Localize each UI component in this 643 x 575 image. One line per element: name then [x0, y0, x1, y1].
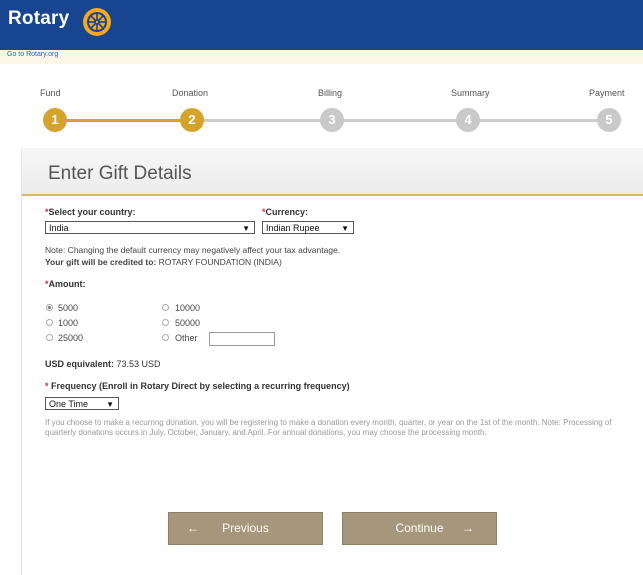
step-label-summary: Summary [451, 88, 490, 98]
brand-name[interactable]: Rotary [8, 8, 69, 30]
chevron-down-icon: ▼ [341, 224, 349, 233]
credited-label: Your gift will be credited to: [45, 257, 157, 267]
frequency-value: One Time [49, 399, 89, 409]
previous-button[interactable]: ← Previous [168, 512, 323, 545]
step-circle-2: 2 [180, 108, 204, 132]
amount-label-5000: 5000 [58, 303, 79, 313]
continue-button[interactable]: Continue → [342, 512, 497, 545]
goto-bar: Go to Rotary.org [0, 50, 643, 64]
amount-radio-25000[interactable] [46, 334, 53, 341]
amount-radio-10000[interactable] [162, 304, 169, 311]
amount-label-1000: 1000 [58, 318, 79, 328]
amount-label-other: Other [175, 333, 198, 343]
step-label-fund: Fund [40, 88, 61, 98]
previous-label: Previous [222, 521, 269, 535]
progress-line-pending [195, 119, 610, 122]
amount-radio-1000[interactable] [46, 319, 53, 326]
credited-value: ROTARY FOUNDATION (INDIA) [158, 257, 282, 267]
frequency-note: If you choose to make a recurring donati… [45, 418, 612, 437]
step-label-payment: Payment [589, 88, 625, 98]
header-bar: Rotary [0, 0, 643, 50]
rotary-wheel-logo[interactable] [81, 6, 113, 38]
country-select[interactable]: India ▼ [45, 221, 255, 234]
step-label-donation: Donation [172, 88, 209, 98]
frequency-select[interactable]: One Time ▼ [45, 397, 119, 410]
amount-label: *Amount: [45, 279, 86, 289]
amount-label-50000: 50000 [175, 318, 201, 328]
amount-radio-50000[interactable] [162, 319, 169, 326]
amount-label-10000: 10000 [175, 303, 201, 313]
page-title: Enter Gift Details [48, 163, 192, 184]
frequency-label: * Frequency (Enroll in Rotary Direct by … [45, 381, 350, 391]
usd-value: 73.53 USD [116, 359, 161, 369]
step-circle-5: 5 [597, 108, 621, 132]
continue-label: Continue [395, 521, 444, 535]
step-circle-4: 4 [456, 108, 480, 132]
currency-value: Indian Rupee [266, 223, 320, 233]
currency-label: *Currency: [262, 207, 309, 217]
chevron-down-icon: ▼ [242, 224, 250, 233]
credited-line: Your gift will be credited to: ROTARY FO… [45, 257, 282, 267]
progress-line-done [55, 119, 195, 122]
currency-note: Note: Changing the default currency may … [45, 245, 341, 255]
step-label-billing: Billing [318, 88, 343, 98]
usd-equivalent: USD equivalent: 73.53 USD [45, 359, 161, 369]
arrow-left-icon: ← [187, 521, 199, 535]
amount-radio-other[interactable] [162, 334, 169, 341]
gift-details-panel: Enter Gift Details *Select your country:… [21, 148, 643, 575]
arrow-right-icon: → [462, 521, 474, 535]
currency-select[interactable]: Indian Rupee ▼ [262, 221, 354, 234]
usd-label: USD equivalent: [45, 359, 115, 369]
step-circle-1: 1 [43, 108, 67, 132]
chevron-down-icon: ▼ [106, 400, 114, 409]
country-label: *Select your country: [45, 207, 136, 217]
step-circle-3: 3 [320, 108, 344, 132]
goto-rotary-link[interactable]: Go to Rotary.org [7, 51, 58, 58]
panel-header: Enter Gift Details [22, 148, 643, 196]
other-amount-input[interactable] [209, 332, 275, 346]
amount-radio-5000[interactable] [46, 304, 53, 311]
amount-label-25000: 25000 [58, 333, 84, 343]
country-value: India [49, 223, 69, 233]
